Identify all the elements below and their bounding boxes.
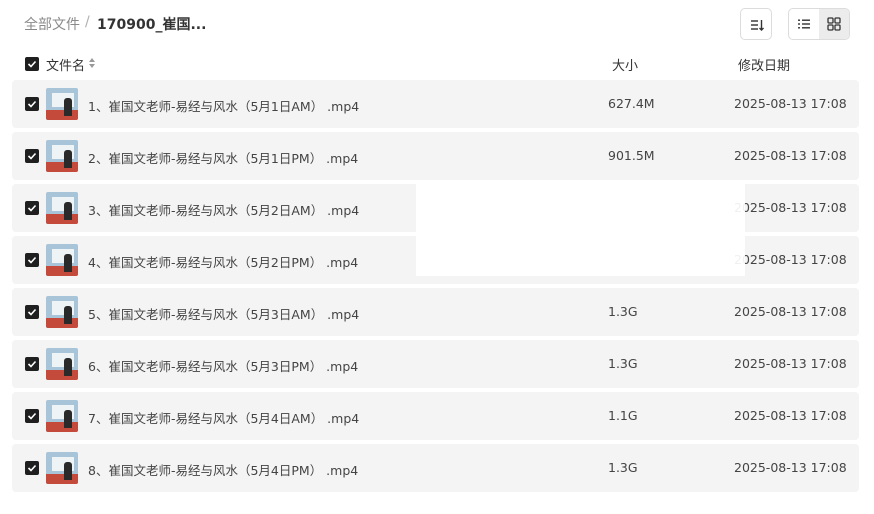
file-row[interactable]: 1、崔国文老师-易经与风水（5月1日AM） .mp4 627.4M 2025-08-… — [12, 80, 859, 128]
checkmark-icon — [27, 360, 37, 368]
video-thumbnail[interactable] — [46, 140, 78, 172]
top-bar: 全部文件 / 170900_崔国... — [0, 0, 874, 48]
row-checkbox[interactable] — [25, 149, 39, 163]
file-name[interactable]: 6、崔国文老师-易经与风水（5月3日PM） .mp4 — [88, 356, 358, 375]
row-checkbox[interactable] — [25, 461, 39, 475]
sort-caret-icon[interactable] — [88, 57, 96, 69]
row-checkbox[interactable] — [25, 253, 39, 267]
file-size: 1.3G — [608, 304, 638, 319]
file-name[interactable]: 7、崔国文老师-易经与风水（5月4日AM） .mp4 — [88, 408, 359, 427]
file-row[interactable]: 7、崔国文老师-易经与风水（5月4日AM） .mp4 1.1G 2025-08-13… — [12, 392, 859, 440]
grid-view-button[interactable] — [819, 9, 849, 39]
file-modified-date: 2025-08-13 17:08 — [734, 304, 847, 319]
column-header-size: 大小 — [612, 59, 639, 74]
row-checkbox[interactable] — [25, 357, 39, 371]
sort-icon — [751, 20, 764, 31]
file-row[interactable]: 5、崔国文老师-易经与风水（5月3日AM） .mp4 1.3G 2025-08-13… — [12, 288, 859, 336]
file-modified-date: 2025-08-13 17:08 — [734, 460, 847, 475]
row-checkbox[interactable] — [25, 97, 39, 111]
file-size: 1.3G — [608, 356, 638, 371]
file-modified-date: 2025-08-13 17:08 — [734, 148, 847, 163]
file-name[interactable]: 1、崔国文老师-易经与风水（5月1日AM） .mp4 — [88, 96, 359, 115]
breadcrumb-current: 170900_崔国... — [97, 17, 207, 33]
file-size: 1.1G — [608, 408, 638, 423]
checkmark-icon — [27, 464, 37, 472]
select-all-checkbox[interactable] — [25, 57, 39, 71]
video-thumbnail[interactable] — [46, 244, 78, 276]
video-thumbnail[interactable] — [46, 192, 78, 224]
breadcrumb-separator: / — [85, 14, 90, 30]
file-row[interactable]: 2、崔国文老师-易经与风水（5月1日PM） .mp4 901.5M 2025-08-… — [12, 132, 859, 180]
list-view-button[interactable] — [789, 9, 819, 39]
video-thumbnail[interactable] — [46, 400, 78, 432]
file-size: 627.4M — [608, 96, 655, 111]
video-thumbnail[interactable] — [46, 88, 78, 120]
video-thumbnail[interactable] — [46, 452, 78, 484]
video-thumbnail[interactable] — [46, 348, 78, 380]
file-modified-date: 2025-08-13 17:08 — [734, 356, 847, 371]
grid-view-icon — [827, 17, 841, 31]
file-name[interactable]: 2、崔国文老师-易经与风水（5月1日PM） .mp4 — [88, 148, 358, 167]
file-name[interactable]: 8、崔国文老师-易经与风水（5月4日PM） .mp4 — [88, 460, 358, 479]
file-row[interactable]: 6、崔国文老师-易经与风水（5月3日PM） .mp4 1.3G 2025-08-13… — [12, 340, 859, 388]
checkmark-icon — [27, 60, 37, 68]
column-header-name[interactable]: 文件名 — [46, 55, 85, 74]
file-name[interactable]: 3、崔国文老师-易经与风水（5月2日AM） .mp4 — [88, 200, 359, 219]
checkmark-icon — [27, 256, 37, 264]
file-modified-date: 2025-08-13 17:08 — [734, 252, 847, 267]
checkmark-icon — [27, 308, 37, 316]
row-checkbox[interactable] — [25, 201, 39, 215]
screen-glare-overlay — [416, 180, 745, 276]
video-thumbnail[interactable] — [46, 296, 78, 328]
checkmark-icon — [27, 100, 37, 108]
sort-button[interactable] — [740, 8, 772, 40]
file-row[interactable]: 8、崔国文老师-易经与风水（5月4日PM） .mp4 1.3G 2025-08-13… — [12, 444, 859, 492]
file-modified-date: 2025-08-13 17:08 — [734, 96, 847, 111]
row-checkbox[interactable] — [25, 305, 39, 319]
checkmark-icon — [27, 412, 37, 420]
checkmark-icon — [27, 152, 37, 160]
view-toggle — [788, 8, 850, 40]
file-modified-date: 2025-08-13 17:08 — [734, 408, 847, 423]
checkmark-icon — [27, 204, 37, 212]
file-name[interactable]: 4、崔国文老师-易经与风水（5月2日PM） .mp4 — [88, 252, 358, 271]
column-header-modified: 修改日期 — [738, 59, 791, 74]
list-view-icon — [798, 19, 810, 29]
file-size: 1.3G — [608, 460, 638, 475]
file-size: 901.5M — [608, 148, 655, 163]
breadcrumb-root[interactable]: 全部文件 — [24, 14, 80, 34]
file-modified-date: 2025-08-13 17:08 — [734, 200, 847, 215]
file-name[interactable]: 5、崔国文老师-易经与风水（5月3日AM） .mp4 — [88, 304, 359, 323]
row-checkbox[interactable] — [25, 409, 39, 423]
